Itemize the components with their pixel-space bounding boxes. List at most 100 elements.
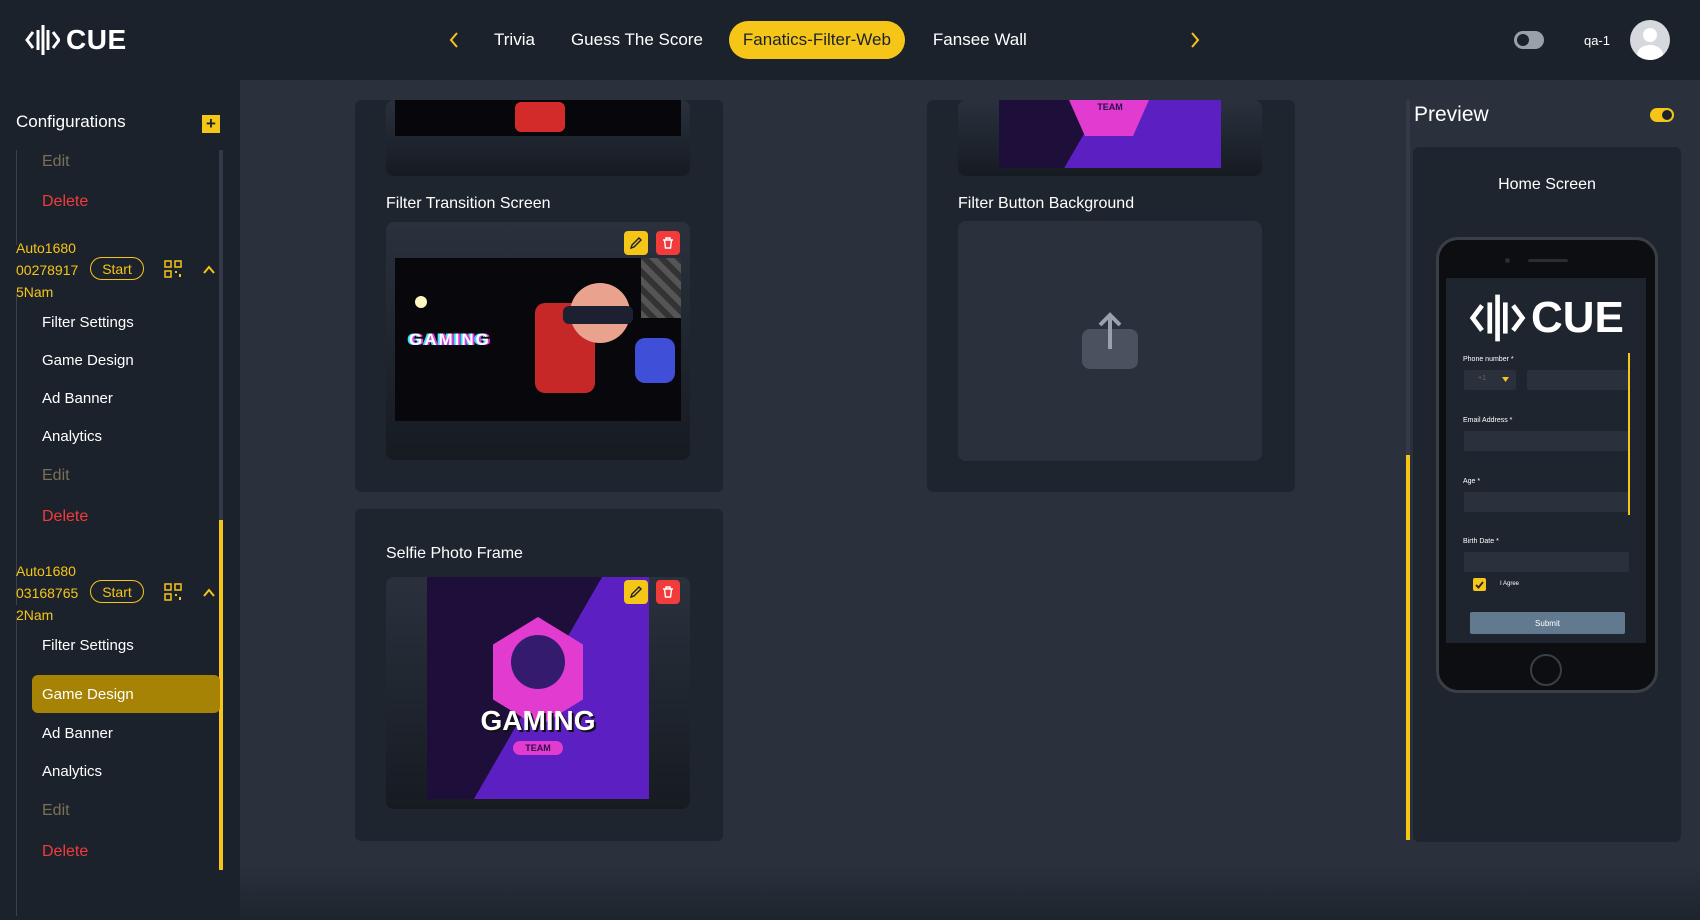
sidebar-item-analytics[interactable]: Analytics bbox=[32, 752, 220, 790]
sidebar-item-game-design[interactable]: Game Design bbox=[32, 341, 220, 379]
sidebar-item-ad-banner[interactable]: Ad Banner bbox=[32, 379, 220, 417]
tree-line bbox=[16, 150, 17, 245]
delete-image-button[interactable] bbox=[656, 231, 680, 255]
sidebar-item-delete[interactable]: Delete bbox=[32, 183, 220, 221]
sidebar-item-analytics[interactable]: Analytics bbox=[32, 417, 220, 455]
preview-toggle[interactable] bbox=[1650, 108, 1674, 122]
gaming-banner-image: GAMING bbox=[395, 258, 681, 421]
age-field[interactable] bbox=[1464, 492, 1629, 512]
preview-logo: CUE bbox=[1465, 290, 1624, 346]
sidebar-item-edit[interactable]: Edit bbox=[32, 792, 220, 830]
tree-line bbox=[16, 616, 17, 916]
phone-scrollbar[interactable] bbox=[1628, 353, 1630, 515]
preview-scrollbar-thumb[interactable] bbox=[1406, 455, 1410, 840]
avatar[interactable] bbox=[1630, 20, 1670, 60]
sidebar-item-filter-settings[interactable]: Filter Settings bbox=[32, 303, 220, 341]
sidebar: Configurations + Edit Delete Auto1680 00… bbox=[0, 80, 240, 920]
game-tabs: Trivia Guess The Score Fanatics-Filter-W… bbox=[440, 20, 1209, 60]
edit-image-button[interactable] bbox=[624, 580, 648, 604]
game-name: Auto1680 00278917 5Nam bbox=[16, 237, 78, 303]
image-card-top: TEAM bbox=[958, 100, 1262, 176]
trash-icon bbox=[663, 586, 673, 598]
preview-title: Preview bbox=[1414, 103, 1489, 126]
team-badge: TEAM bbox=[513, 741, 563, 755]
email-label: Email Address * bbox=[1463, 417, 1513, 424]
game-name-line: Auto1680 bbox=[16, 563, 76, 579]
submit-button[interactable]: Submit bbox=[1470, 612, 1625, 634]
chevron-down-icon bbox=[1502, 377, 1509, 382]
filter-transition-card[interactable]: GAMING bbox=[386, 222, 690, 460]
sidebar-item-edit[interactable]: Edit bbox=[32, 143, 220, 181]
sidebar-item-delete[interactable]: Delete bbox=[32, 833, 220, 871]
image-preview bbox=[395, 100, 681, 136]
cue-logo[interactable]: CUE bbox=[24, 20, 127, 60]
team-badge: TEAM bbox=[1085, 100, 1135, 114]
cue-logo-icon bbox=[1469, 294, 1526, 342]
email-field[interactable] bbox=[1464, 431, 1629, 451]
upload-icon bbox=[1082, 312, 1138, 369]
qr-code-icon[interactable] bbox=[164, 260, 182, 278]
country-code-select[interactable]: +1 bbox=[1464, 370, 1516, 390]
tabs-next-button[interactable] bbox=[1181, 26, 1209, 54]
upload-dropzone[interactable] bbox=[958, 221, 1262, 461]
phone-number-field[interactable] bbox=[1527, 370, 1629, 390]
tab-fansee-wall[interactable]: Fansee Wall bbox=[919, 21, 1041, 59]
pencil-icon bbox=[629, 586, 642, 599]
sidebar-item-edit[interactable]: Edit bbox=[32, 457, 220, 495]
phone-camera bbox=[1505, 258, 1510, 263]
sidebar-item-game-design[interactable]: Game Design bbox=[32, 675, 220, 713]
tab-fanatics-filter-web[interactable]: Fanatics-Filter-Web bbox=[728, 21, 905, 59]
tree-line bbox=[16, 293, 17, 605]
agree-checkbox[interactable] bbox=[1473, 578, 1486, 591]
top-right-controls: qa-1 bbox=[1513, 20, 1670, 60]
selfie-frame-label: Selfie Photo Frame bbox=[386, 545, 523, 562]
cue-logo-icon bbox=[25, 25, 60, 55]
trash-icon bbox=[663, 237, 673, 249]
tab-trivia[interactable]: Trivia bbox=[480, 21, 549, 59]
main-footer-shade bbox=[240, 865, 1700, 920]
phone-number-label: Phone number * bbox=[1463, 356, 1514, 363]
chevron-up-icon[interactable] bbox=[202, 586, 216, 600]
filter-button-bg-label: Filter Button Background bbox=[958, 195, 1135, 212]
image-card-top bbox=[386, 100, 690, 176]
game-entry-1[interactable]: Auto1680 00278917 5Nam Start bbox=[16, 237, 226, 300]
top-bar: CUE Trivia Guess The Score Fanatics-Filt… bbox=[0, 0, 1700, 80]
game-name-line: 00278917 bbox=[16, 262, 79, 278]
add-configuration-button[interactable]: + bbox=[202, 115, 220, 133]
gaming-team-image: TEAM bbox=[999, 100, 1221, 168]
gaming-title: GAMING bbox=[409, 330, 491, 349]
delete-image-button[interactable] bbox=[656, 580, 680, 604]
preview-logo-text: CUE bbox=[1531, 293, 1624, 342]
phone-home-button bbox=[1530, 654, 1562, 686]
game-name: Auto1680 03168765 2Nam bbox=[16, 560, 78, 626]
vr-headset bbox=[563, 306, 633, 324]
game-name-line: 5Nam bbox=[16, 284, 54, 300]
ninja-hood bbox=[511, 635, 565, 689]
sidebar-item-filter-settings[interactable]: Filter Settings bbox=[32, 626, 220, 664]
filter-transition-label: Filter Transition Screen bbox=[386, 195, 551, 212]
start-button[interactable]: Start bbox=[90, 580, 144, 603]
dark-mode-toggle[interactable] bbox=[1513, 31, 1544, 49]
qr-code-icon[interactable] bbox=[164, 583, 182, 601]
dot-decoration bbox=[415, 296, 427, 308]
game-entry-2[interactable]: Auto1680 03168765 2Nam Start bbox=[16, 560, 226, 623]
selfie-frame-card[interactable]: GAMING TEAM bbox=[386, 577, 690, 809]
sidebar-item-ad-banner[interactable]: Ad Banner bbox=[32, 714, 220, 752]
chevron-up-icon[interactable] bbox=[202, 263, 216, 277]
country-code-value: +1 bbox=[1478, 375, 1486, 382]
tab-guess-the-score[interactable]: Guess The Score bbox=[557, 21, 717, 59]
phone-speaker bbox=[1528, 259, 1568, 262]
gaming-logo-text: GAMING bbox=[480, 705, 596, 736]
agree-label: I Agree bbox=[1500, 581, 1520, 587]
controller-graphic bbox=[635, 338, 675, 383]
edit-image-button[interactable] bbox=[624, 231, 648, 255]
chair-graphic bbox=[515, 102, 565, 132]
game-name-line: 2Nam bbox=[16, 607, 54, 623]
birth-date-field[interactable] bbox=[1464, 552, 1629, 572]
sidebar-item-delete[interactable]: Delete bbox=[32, 498, 220, 536]
pencil-icon bbox=[629, 237, 642, 250]
sidebar-title: Configurations bbox=[16, 112, 126, 131]
tabs-prev-button[interactable] bbox=[440, 26, 468, 54]
start-button[interactable]: Start bbox=[90, 257, 144, 280]
home-screen-label: Home Screen bbox=[1498, 176, 1596, 193]
